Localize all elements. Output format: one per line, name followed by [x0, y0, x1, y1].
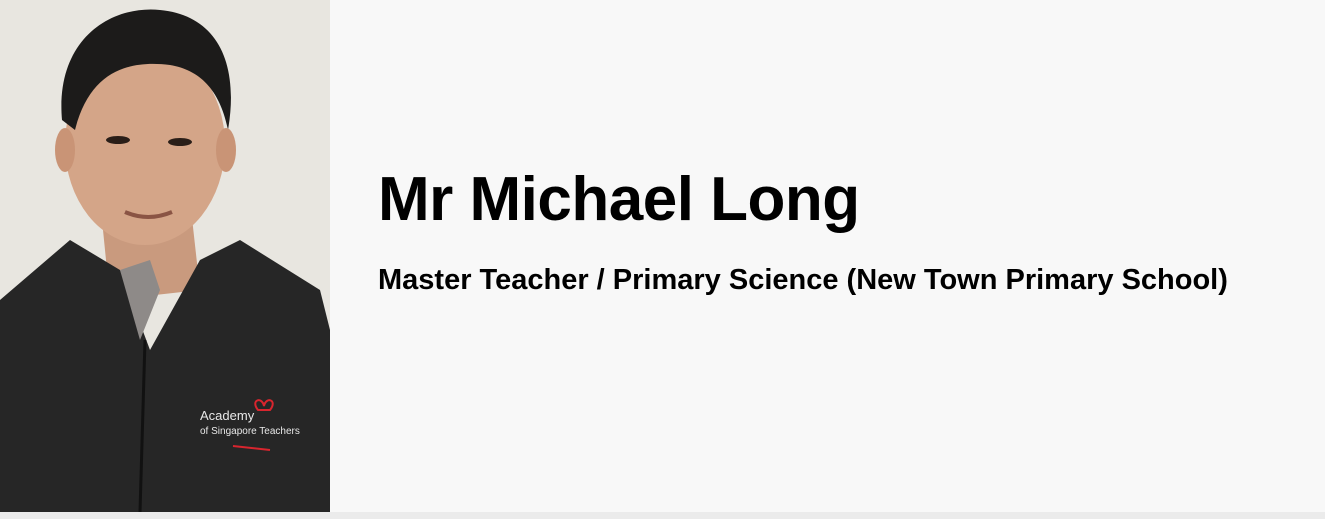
svg-text:of Singapore Teachers: of Singapore Teachers [200, 426, 300, 437]
profile-card: Academy of Singapore Teachers Mr Michael… [0, 0, 1325, 512]
profile-title: Master Teacher / Primary Science (New To… [378, 264, 1228, 296]
profile-info: Mr Michael Long Master Teacher / Primary… [378, 160, 1258, 307]
svg-text:Academy: Academy [200, 408, 255, 423]
profile-photo: Academy of Singapore Teachers [0, 0, 330, 512]
profile-name: Mr Michael Long [378, 165, 860, 234]
